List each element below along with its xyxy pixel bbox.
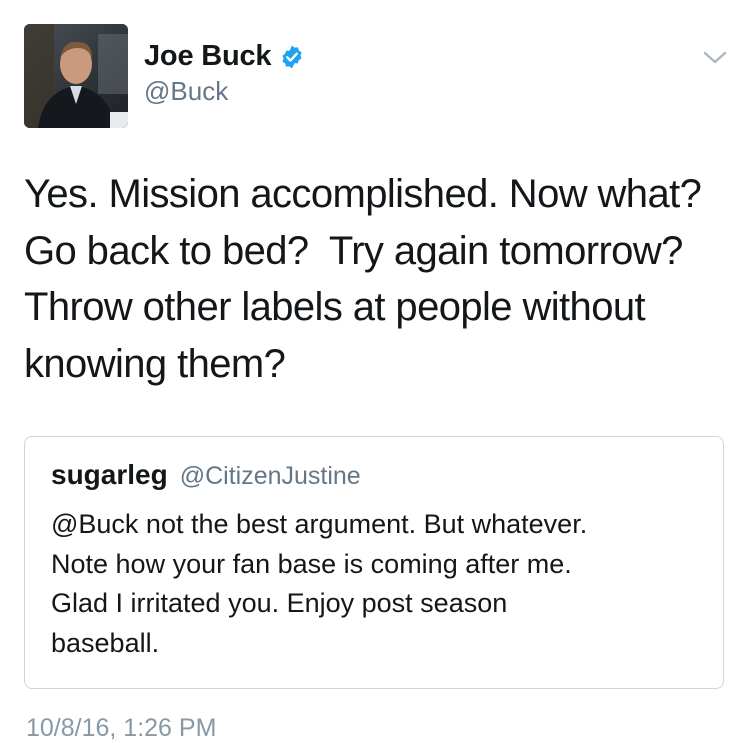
tweet-text-line: knowing them? [24,341,286,386]
avatar-image [24,24,128,128]
quoted-tweet-card[interactable]: sugarleg @CitizenJustine @Buck not the b… [24,436,724,689]
quoted-author-handle: @CitizenJustine [179,462,361,490]
tweet-text-line: Yes. Mission accomplished. Now what? [24,172,702,216]
author-display-name[interactable]: Joe Buck [144,40,272,73]
quoted-tweet-text: @Buck not the best argument. But whateve… [51,505,711,663]
tweet-text: Yes. Mission accomplished. Now what? Go … [24,166,734,392]
tweet-text-line: Throw other labels at people without [24,285,646,329]
quoted-tweet-line: @Buck not the best argument. But whateve… [51,509,588,539]
tweet-timestamp[interactable]: 10/8/16, 1:26 PM [26,714,216,743]
quoted-tweet-line: Note how your fan base is coming after m… [51,548,572,579]
quoted-tweet-header: sugarleg @CitizenJustine [51,459,361,491]
chevron-down-icon[interactable] [702,48,728,68]
tweet-text-line: Go back to bed? Try again tomorrow? [24,228,683,273]
tweet: Joe Buck @Buck Yes. Mission accomplished… [0,0,750,742]
avatar[interactable] [24,24,128,128]
verified-badge-icon [282,45,302,68]
quoted-author-name: sugarleg [51,459,168,490]
author-handle[interactable]: @Buck [144,76,228,107]
author-name-row[interactable]: Joe Buck [144,40,305,73]
quoted-tweet-line: baseball. [51,627,160,658]
quoted-tweet-line: Glad I irritated you. Enjoy post season [51,588,508,618]
